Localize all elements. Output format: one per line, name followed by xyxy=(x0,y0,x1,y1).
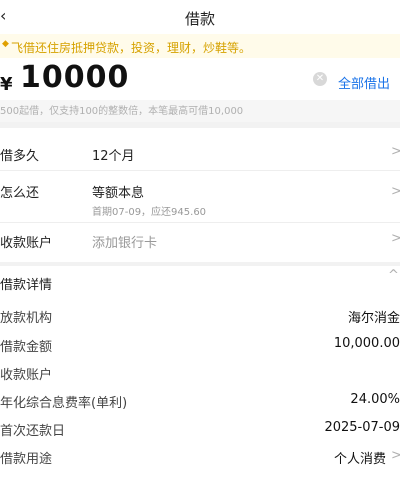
chevron-right-icon[interactable]: > xyxy=(391,448,400,463)
form-section xyxy=(0,128,400,262)
warning-icon: ◆ xyxy=(2,39,9,49)
chevron-up-icon[interactable]: ^ xyxy=(388,268,399,283)
detail-label: 借款用途 xyxy=(0,452,53,467)
detail-label: 年化综合息费率(单利) xyxy=(0,396,128,411)
detail-value: 海尔消金 xyxy=(347,311,400,326)
notice-text: 飞借还住房抵押贷款，投资，理财，炒鞋等。 xyxy=(11,41,252,55)
detail-value: 个人消费 xyxy=(333,452,386,467)
detail-label: 放款机构 xyxy=(0,311,53,326)
details-section xyxy=(0,266,400,478)
repay-label: 怎么还 xyxy=(0,186,40,201)
amount-hint: 500起借，仅支持100的整数倍，本笔最高可借10,000 xyxy=(0,106,244,117)
detail-label: 收款账户 xyxy=(0,368,53,383)
term-label: 借多久 xyxy=(0,149,40,164)
chevron-right-icon[interactable]: > xyxy=(391,231,400,246)
chevron-right-icon[interactable]: > xyxy=(391,144,400,159)
add-bank-card[interactable]: 添加银行卡 xyxy=(92,232,157,251)
detail-value: 24.00% xyxy=(350,392,400,407)
divider xyxy=(0,170,400,171)
detail-value: 10,000.00 xyxy=(333,336,400,351)
divider xyxy=(0,222,400,223)
borrow-all-button[interactable]: 全部借出 xyxy=(338,73,390,92)
chevron-right-icon[interactable]: > xyxy=(391,184,400,199)
page-title: 借款 xyxy=(184,10,215,28)
account-label: 收款账户 xyxy=(0,236,53,251)
amount-input[interactable]: 10000 xyxy=(20,60,129,95)
term-value[interactable]: 12个月 xyxy=(92,145,135,164)
details-title: 借款详情 xyxy=(0,278,53,293)
repay-sub: 首期07-09，应还945.60 xyxy=(92,207,207,218)
detail-label: 借款金额 xyxy=(0,340,53,355)
detail-value: 2025-07-09 xyxy=(324,420,400,435)
detail-label: 首次还款日 xyxy=(0,424,66,439)
clear-icon[interactable]: ✕ xyxy=(313,72,327,86)
currency-symbol: ¥ xyxy=(0,74,13,95)
repay-value[interactable]: 等额本息 xyxy=(92,182,144,201)
